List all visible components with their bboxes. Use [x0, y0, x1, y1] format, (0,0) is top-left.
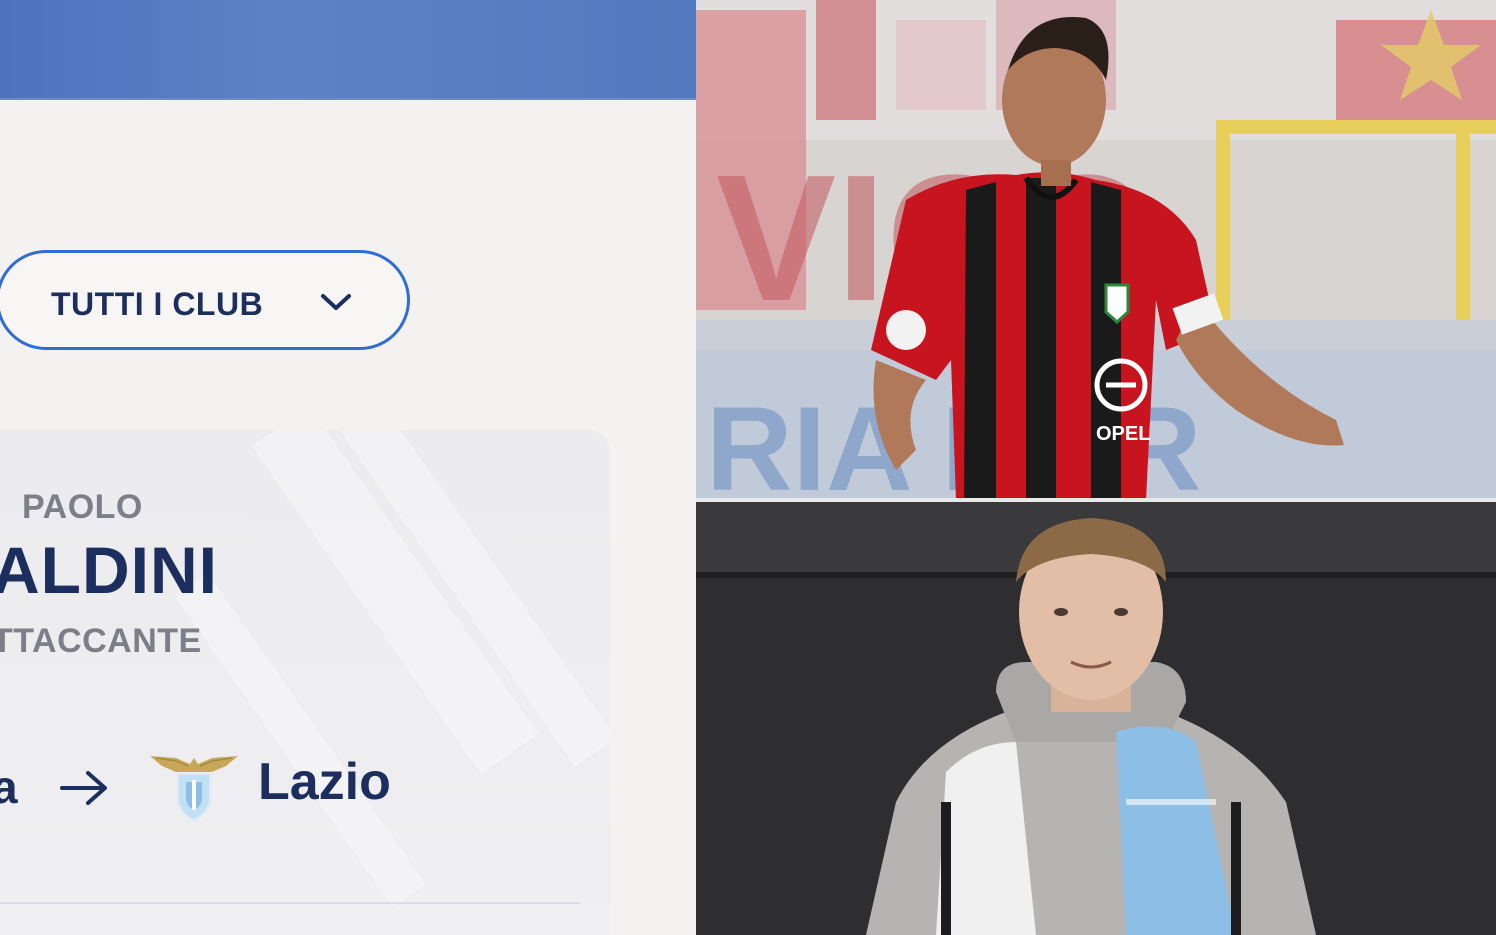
transfer-from-club: a: [0, 761, 18, 813]
player-role: TTACCANTE: [0, 622, 202, 660]
chevron-down-icon: [321, 294, 351, 310]
transfer-to-club: Lazio: [258, 753, 391, 811]
card-divider: [0, 902, 580, 904]
club-filter-dropdown[interactable]: TUTTI I CLUB: [0, 250, 410, 350]
club-filter-label: TUTTI I CLUB: [51, 286, 264, 322]
left-panel: TUTTI I CLUB PAOLO ALDINI TTACCANTE a La…: [0, 0, 696, 935]
svg-text:OPEL: OPEL: [1096, 423, 1150, 445]
player-first-name: PAOLO: [22, 488, 143, 526]
player-last-name: ALDINI: [0, 533, 218, 607]
photo-lazio-signing: [696, 502, 1496, 935]
arrow-right-icon: [60, 771, 107, 805]
photo-milan-player: VICO RIA EOR OPEL: [696, 0, 1496, 500]
lazio-crest-icon: [150, 756, 238, 822]
header-bar: [0, 0, 696, 100]
